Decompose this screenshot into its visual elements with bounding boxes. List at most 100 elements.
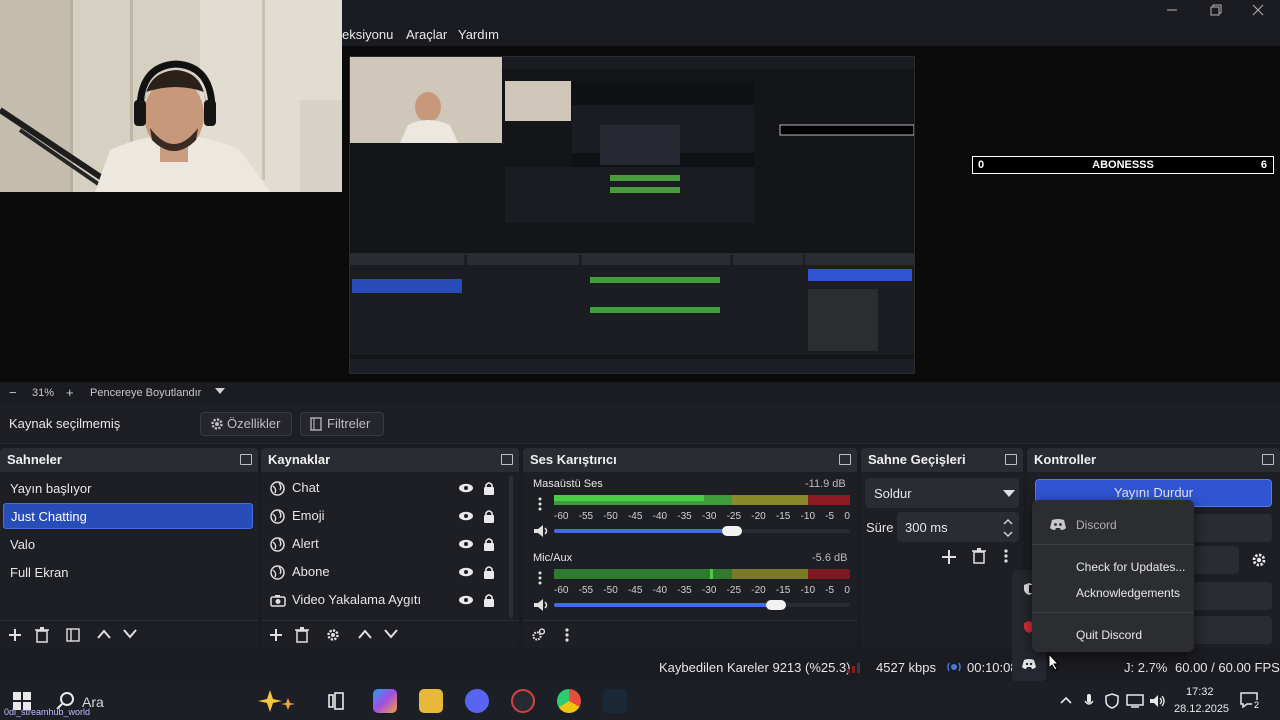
gear-icon[interactable] — [1251, 552, 1267, 568]
lock-icon[interactable] — [483, 481, 495, 495]
clock-time[interactable]: 17:32 — [1186, 686, 1214, 698]
eye-icon[interactable] — [458, 567, 474, 577]
scrollbar[interactable] — [509, 476, 513, 618]
undock-icon[interactable] — [240, 454, 252, 465]
chevron-down-icon[interactable] — [384, 629, 398, 639]
source-row[interactable]: Abone — [261, 558, 519, 586]
eye-icon[interactable] — [458, 539, 474, 549]
filters-button[interactable]: Filtreler — [300, 412, 384, 436]
controls-dock-title: Kontroller — [1027, 448, 1280, 472]
scene-item[interactable]: Yayın başlıyor — [3, 476, 253, 502]
duration-spinbox[interactable]: 300 ms — [897, 512, 1019, 542]
scene-item[interactable]: Full Ekran — [3, 560, 253, 586]
channel-name: Masaüstü Ses — [533, 478, 603, 490]
goal-end: 6 — [1260, 159, 1267, 171]
check-updates-item[interactable]: Check for Updates... — [1076, 560, 1185, 574]
context-bar: Kaynak seçilmemiş Özellikler Filtreler — [0, 404, 1280, 444]
title-bar — [342, 0, 1280, 22]
microphone-icon[interactable] — [1084, 693, 1094, 709]
chevron-down-icon[interactable] — [214, 386, 226, 396]
close-button[interactable] — [1250, 2, 1266, 18]
discord-context-menu: Discord Check for Updates... Acknowledge… — [1032, 500, 1194, 652]
undock-icon[interactable] — [501, 454, 513, 465]
filters-label: Filtreler — [327, 416, 371, 431]
chrome-icon[interactable] — [557, 689, 581, 713]
undock-icon[interactable] — [1262, 454, 1274, 465]
more-vertical-icon[interactable] — [565, 628, 569, 642]
meter-tick: -40 — [652, 585, 668, 596]
meter-tick: -45 — [627, 511, 643, 522]
lock-icon[interactable] — [483, 537, 495, 551]
minimize-button[interactable] — [1164, 2, 1180, 18]
nested-preview — [349, 56, 915, 374]
subscriber-goal-bar: 0 ABONESSS 6 — [972, 156, 1274, 174]
meter-tick: -35 — [677, 585, 692, 596]
add-icon[interactable] — [941, 549, 957, 565]
zoom-out-button[interactable]: − — [9, 385, 17, 400]
chevron-up-icon[interactable] — [1060, 696, 1072, 704]
trash-icon[interactable] — [295, 627, 309, 643]
source-row[interactable]: Video Yakalama Aygıtı — [261, 586, 519, 614]
folder-icon[interactable] — [419, 689, 443, 713]
source-row[interactable]: Chat — [261, 474, 519, 502]
obs-icon[interactable] — [511, 689, 535, 713]
discord-taskbar-icon[interactable] — [465, 689, 489, 713]
scene-item-selected[interactable]: Just Chatting — [3, 503, 253, 529]
menu-tools-partial[interactable]: eksiyonu — [342, 27, 393, 42]
network-icon[interactable] — [1126, 694, 1144, 708]
restore-button[interactable] — [1208, 2, 1224, 18]
lock-icon[interactable] — [483, 565, 495, 579]
eye-icon[interactable] — [458, 483, 474, 493]
zoom-mode-select[interactable]: Pencereye Boyutlandır — [90, 387, 201, 399]
speaker-icon[interactable] — [533, 598, 551, 612]
steam-icon[interactable] — [603, 689, 627, 713]
eye-icon[interactable] — [458, 511, 474, 521]
more-vertical-icon[interactable] — [538, 497, 542, 511]
gear-icon[interactable] — [326, 628, 340, 642]
discord-icon[interactable] — [1022, 658, 1036, 669]
meter-tick: -55 — [578, 585, 594, 596]
meter-tick: -20 — [751, 511, 766, 522]
more-vertical-icon[interactable] — [538, 571, 542, 585]
lock-icon[interactable] — [483, 593, 495, 607]
undock-icon[interactable] — [1005, 454, 1017, 465]
stepper-icon[interactable] — [1003, 517, 1013, 539]
properties-label: Özellikler — [227, 416, 281, 431]
transition-select[interactable]: Soldur — [865, 478, 1019, 508]
speaker-icon[interactable] — [533, 524, 551, 538]
trash-icon[interactable] — [35, 627, 49, 643]
meter-tick: -25 — [726, 511, 742, 522]
filter-icon[interactable] — [66, 628, 80, 642]
chevron-down-icon[interactable] — [123, 629, 137, 639]
source-row[interactable]: Emoji — [261, 502, 519, 530]
trash-icon[interactable] — [972, 548, 986, 564]
chevron-up-icon[interactable] — [97, 629, 111, 639]
shield-icon[interactable] — [1104, 693, 1120, 709]
add-icon[interactable] — [269, 628, 283, 642]
meter-tick: -35 — [677, 511, 692, 522]
copilot-icon[interactable] — [373, 689, 397, 713]
zoom-in-button[interactable]: + — [66, 385, 74, 400]
more-vertical-icon[interactable] — [1004, 549, 1008, 563]
chevron-up-icon[interactable] — [358, 629, 372, 639]
lock-icon[interactable] — [483, 509, 495, 523]
task-view-icon[interactable] — [328, 692, 346, 710]
quit-discord-item[interactable]: Quit Discord — [1076, 628, 1142, 642]
properties-button[interactable]: Özellikler — [200, 412, 292, 436]
volume-slider-handle[interactable] — [766, 600, 786, 610]
volume-slider-handle[interactable] — [722, 526, 742, 536]
add-icon[interactable] — [8, 628, 22, 642]
eye-icon[interactable] — [458, 595, 474, 605]
scene-item[interactable]: Valo — [3, 532, 253, 558]
clock-date[interactable]: 28.12.2025 — [1174, 703, 1229, 715]
cpu-usage: J: 2.7% — [1124, 660, 1168, 675]
source-row[interactable]: Alert — [261, 530, 519, 558]
undock-icon[interactable] — [839, 454, 851, 465]
gear-icon — [210, 417, 224, 431]
acknowledgements-item[interactable]: Acknowledgements — [1076, 586, 1180, 600]
copilot-sparkle-icon[interactable] — [256, 688, 302, 714]
gear-icon[interactable] — [531, 628, 545, 642]
menu-tools[interactable]: Araçlar — [406, 27, 447, 42]
volume-icon[interactable] — [1149, 694, 1167, 708]
menu-help[interactable]: Yardım — [458, 27, 499, 42]
